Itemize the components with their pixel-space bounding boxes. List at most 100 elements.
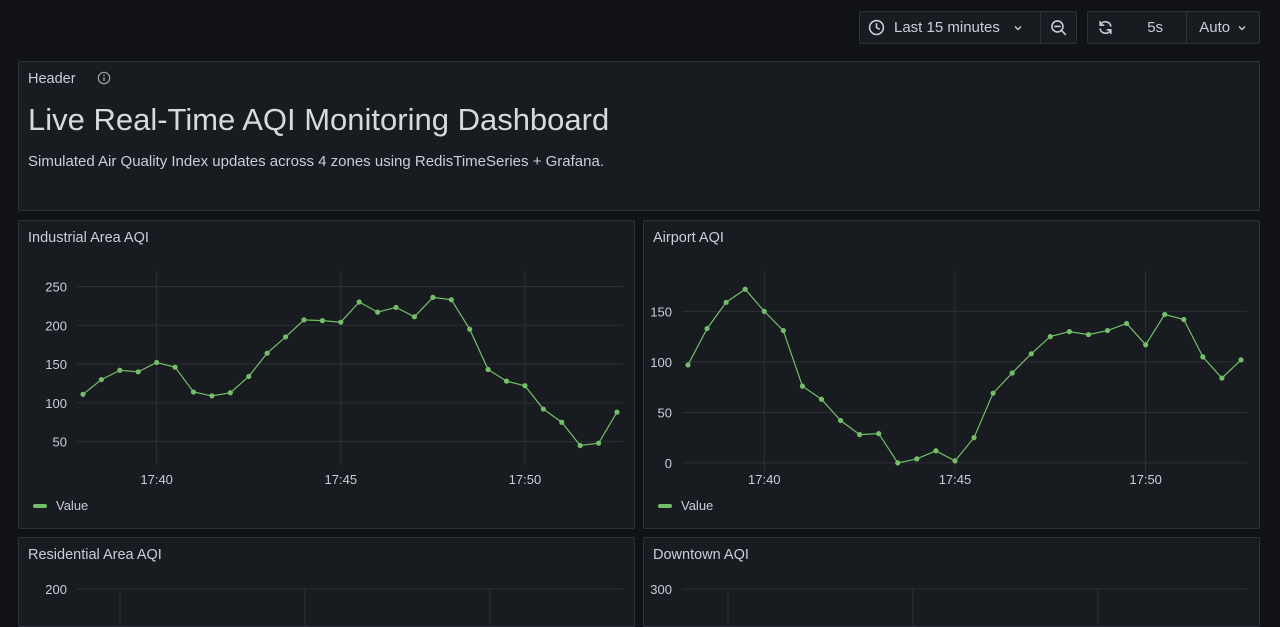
data-point[interactable] (430, 294, 436, 300)
data-point[interactable] (742, 286, 748, 292)
y-tick-label: 100 (650, 355, 672, 370)
airport-aqi-chart[interactable]: 0 50 100 150 17:40 17:45 17:50 (644, 261, 1260, 529)
data-point[interactable] (799, 383, 806, 389)
x-tick-label: 17:40 (140, 472, 173, 487)
data-point[interactable] (780, 327, 786, 334)
industrial-aqi-chart[interactable]: 50 100 150 200 250 17:40 17:45 17:50 (19, 261, 635, 529)
data-point[interactable] (319, 318, 325, 324)
data-point[interactable] (1047, 334, 1053, 340)
data-point[interactable] (818, 396, 825, 402)
chart-legend[interactable]: Value (658, 498, 713, 513)
data-point[interactable] (1009, 370, 1015, 376)
data-point[interactable] (411, 314, 418, 320)
data-point[interactable] (1066, 329, 1072, 335)
chart-legend[interactable]: Value (33, 498, 88, 513)
zoom-out-icon (1051, 20, 1067, 36)
data-point[interactable] (375, 309, 381, 315)
refresh-icon (1099, 20, 1112, 35)
data-point[interactable] (540, 406, 546, 412)
residential-aqi-chart[interactable]: 200 (19, 574, 635, 627)
data-point[interactable] (246, 373, 252, 380)
data-point[interactable] (135, 369, 141, 375)
data-point[interactable] (685, 362, 691, 368)
data-point[interactable] (190, 389, 197, 395)
data-point[interactable] (990, 390, 996, 396)
data-point[interactable] (209, 393, 215, 399)
data-point[interactable] (448, 297, 454, 303)
data-point[interactable] (282, 334, 289, 340)
legend-swatch (658, 503, 672, 508)
data-point[interactable] (485, 366, 491, 373)
data-point[interactable] (264, 350, 270, 356)
data-point[interactable] (914, 456, 920, 462)
zoom-out-button[interactable] (1041, 12, 1076, 43)
data-point[interactable] (117, 367, 123, 373)
legend-swatch (33, 503, 47, 508)
data-point[interactable] (1143, 342, 1149, 348)
data-point[interactable] (704, 325, 710, 332)
auto-label: Auto (1199, 19, 1231, 36)
data-point[interactable] (301, 317, 307, 323)
data-point[interactable] (172, 364, 178, 370)
data-point[interactable] (522, 383, 528, 389)
data-point[interactable] (614, 409, 620, 415)
data-point[interactable] (1200, 354, 1206, 360)
y-tick-label: 50 (53, 435, 67, 450)
data-point[interactable] (876, 431, 882, 437)
data-point[interactable] (1238, 357, 1244, 363)
data-point[interactable] (98, 376, 105, 383)
x-tick-label: 17:50 (509, 472, 542, 487)
data-point[interactable] (1028, 351, 1034, 357)
data-point[interactable] (857, 432, 863, 438)
y-tick-label: 150 (650, 304, 672, 319)
dashboard-description: Simulated Air Quality Index updates acro… (28, 153, 604, 170)
data-point[interactable] (1181, 316, 1187, 323)
data-point[interactable] (1219, 375, 1225, 381)
y-tick-label: 250 (45, 280, 67, 295)
data-point[interactable] (577, 442, 583, 449)
data-point[interactable] (723, 299, 729, 305)
x-tick-label: 17:40 (748, 472, 781, 487)
time-range-picker[interactable]: Last 15 minutes (860, 12, 1040, 43)
data-point[interactable] (1104, 327, 1111, 334)
time-picker-group: Last 15 minutes (859, 11, 1077, 44)
data-point[interactable] (356, 299, 362, 305)
data-point[interactable] (503, 378, 510, 384)
data-point[interactable] (467, 326, 473, 332)
refresh-button[interactable] (1088, 12, 1124, 43)
data-point[interactable] (1162, 311, 1168, 318)
downtown-aqi-chart[interactable]: 300 (644, 574, 1260, 627)
data-point[interactable] (837, 417, 844, 424)
refresh-interval-value[interactable]: 5s (1124, 12, 1187, 43)
panel-title[interactable]: Downtown AQI (653, 547, 749, 563)
refresh-picker-group: 5s Auto (1087, 11, 1260, 44)
data-point[interactable] (338, 319, 344, 325)
data-point[interactable] (895, 460, 901, 466)
data-point[interactable] (933, 448, 939, 454)
y-tick-label: 0 (665, 456, 672, 471)
panel-title[interactable]: Airport AQI (653, 230, 724, 246)
y-tick-label: 100 (45, 396, 67, 411)
y-tick-label: 200 (45, 318, 67, 333)
refresh-interval-picker[interactable]: Auto (1187, 12, 1259, 43)
data-point[interactable] (1123, 320, 1130, 327)
x-tick-label: 17:45 (939, 472, 972, 487)
chevron-down-icon (1014, 25, 1022, 30)
data-point[interactable] (227, 390, 233, 396)
data-point[interactable] (80, 391, 86, 397)
data-point[interactable] (154, 359, 160, 366)
legend-label: Value (56, 498, 89, 513)
industrial-aqi-panel: Industrial Area AQI 50 100 150 200 250 17:40 1… (18, 220, 635, 529)
data-point[interactable] (595, 440, 602, 446)
data-point[interactable] (952, 458, 958, 464)
data-point[interactable] (559, 419, 565, 425)
data-point[interactable] (971, 435, 977, 441)
airport-aqi-panel: Airport AQI 0 50 100 150 17:40 17:45 17:50 Val… (643, 220, 1260, 529)
data-point[interactable] (1085, 332, 1092, 338)
info-icon[interactable] (97, 71, 111, 85)
data-point[interactable] (393, 304, 399, 311)
data-point[interactable] (761, 308, 767, 314)
panel-title[interactable]: Industrial Area AQI (28, 230, 149, 246)
panel-title[interactable]: Residential Area AQI (28, 547, 162, 563)
panel-title[interactable]: Header (28, 71, 76, 87)
